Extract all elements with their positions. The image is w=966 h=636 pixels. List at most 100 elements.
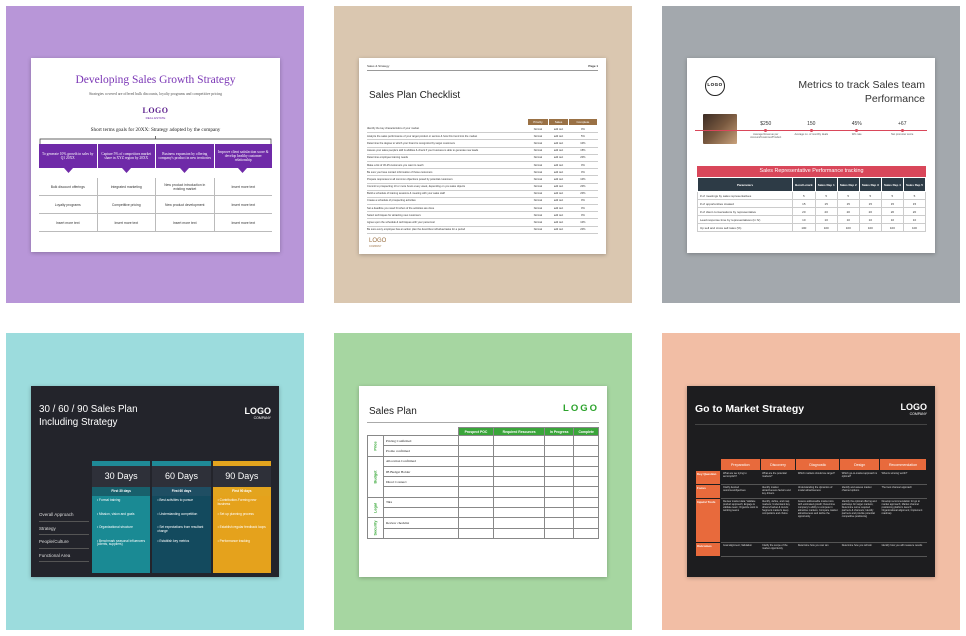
- template-tile-go-to-market[interactable]: Go to Market Strategy LOGO COMPANY Prepa…: [662, 333, 960, 630]
- row-label: Direct Connect: [382, 476, 459, 488]
- kpi-value: $250: [760, 121, 772, 127]
- table-row: [368, 527, 599, 539]
- checklist-item: Be sure every employee has an action pla…: [367, 226, 527, 234]
- checklist-cell: Normal: [527, 154, 549, 162]
- table-cell: Identify, define, and map markets; Under…: [760, 498, 796, 543]
- checklist-cell: add text: [548, 154, 569, 162]
- slide-title: Sales Plan: [369, 406, 417, 417]
- slide-title: Go to Market Strategy: [695, 403, 805, 415]
- title-rule: [695, 424, 927, 425]
- table-cell: [544, 434, 575, 447]
- table-cell: Clarify the scope of the market opportun…: [760, 542, 796, 557]
- slide-preview: Go to Market Strategy LOGO COMPANY Prepa…: [687, 386, 935, 577]
- table-cell: Review market data; Validate product app…: [720, 498, 761, 543]
- table-cell: 15: [836, 199, 860, 208]
- table-row: Agree upon the schedule & techniques wit…: [367, 218, 598, 227]
- table-cell: Identify and assess market channel optio…: [839, 484, 880, 499]
- table-row: Outcomes Goal alignment; Validation Clarif…: [695, 542, 927, 557]
- column-header: Sales Rep 4: [880, 177, 904, 192]
- table-cell: 5: [902, 191, 927, 200]
- checklist-cell: 15%: [568, 147, 598, 155]
- plan-item: • Understanding competition: [157, 511, 198, 516]
- table-cell: [493, 434, 546, 447]
- plan-column-title: 60 Days: [152, 466, 211, 487]
- slide-preview: Sales & Strategy Page 1 Sales Plan Check…: [359, 58, 606, 254]
- header-spacer: [696, 459, 721, 471]
- table-title: Sales Representative Performance trackin…: [759, 168, 864, 174]
- table-cell: Clarify desired outcomes/objectives: [720, 484, 761, 499]
- template-tile-sales-plan-checklist[interactable]: Sales & Strategy Page 1 Sales Plan Check…: [334, 6, 632, 303]
- column-header: Parameters: [697, 177, 793, 192]
- table-cell: Identify market attractiveness factors a…: [760, 484, 796, 499]
- row-label: Focus: [695, 484, 721, 499]
- table-cell: [573, 465, 599, 478]
- checklist-item: Agree upon the schedule & techniques wit…: [367, 218, 527, 227]
- table-cell: [573, 507, 599, 519]
- table-cell: [457, 476, 495, 488]
- table-row: Determine the degree to which your brand…: [367, 139, 598, 148]
- checklist-cell: 10%: [568, 139, 598, 148]
- table-cell: [573, 486, 599, 498]
- checklist-cell: 0%: [568, 197, 598, 206]
- table-cell: 20: [880, 207, 904, 216]
- plan-column: 60 Days First 60 days • Best activities to…: [152, 461, 211, 573]
- table-cell: [573, 476, 599, 488]
- row-label: [382, 486, 459, 498]
- table-cell: [457, 486, 495, 498]
- logo-subtitle: REAL ESTATE: [145, 116, 166, 120]
- checklist-cell: add text: [548, 168, 569, 177]
- table-cell: Assess addressable market size with esti…: [795, 498, 840, 543]
- table-cell: Insert more text: [213, 196, 273, 213]
- kpi-marker: [809, 128, 813, 132]
- table-row: Make a list of 30-25 customers you want …: [367, 161, 598, 170]
- kpi-marker: [764, 128, 768, 132]
- logo: LOGO: [244, 406, 272, 416]
- slide-subtitle: Strategies covered are offered bulk disc…: [88, 92, 223, 96]
- table-cell: [544, 445, 575, 457]
- checklist-cell: add text: [548, 139, 569, 148]
- table-cell: 15: [880, 199, 904, 208]
- table-row: Insert more text Insert more text Insert m…: [39, 214, 272, 232]
- row-label: Outcomes: [695, 542, 721, 557]
- plan-column-body: • Contribution-Forming new business • Set…: [212, 496, 271, 573]
- table-cell: 100: [858, 223, 882, 232]
- table-cell: 20: [792, 207, 816, 216]
- checklist-cell: 0%: [568, 204, 598, 213]
- column-header: Complete: [573, 427, 599, 436]
- checklist-cell: 10%: [568, 175, 598, 184]
- plan-item: • Mission, vision and goals: [97, 511, 135, 516]
- kpi-label: Average no. of monthly deals: [794, 133, 829, 136]
- table-cell: # of opportunities created: [697, 199, 793, 208]
- table-row: # of client conversations by representat…: [697, 207, 927, 216]
- table-cell: New product development: [155, 196, 214, 213]
- table-row: # of opportunities created 15 15 15 15 15 15: [697, 199, 927, 208]
- slide-preview: 30 / 60 / 90 Sales Plan Including Strate…: [31, 386, 279, 577]
- performance-table: Parameters Bench-mark Sales Rep 1 Sales Rep…: [697, 177, 927, 232]
- checklist-item: Select techniques for attracting new cus…: [367, 211, 527, 220]
- table-cell: [573, 445, 599, 457]
- table-row: [368, 486, 599, 498]
- table-cell: [544, 507, 575, 519]
- table-cell: The best channel approach: [879, 484, 927, 499]
- checklist-item: Set a deadline you need hit when of the …: [367, 204, 527, 213]
- checklist-cell: Normal: [527, 204, 549, 213]
- table-cell: 5: [792, 191, 816, 200]
- template-tile-sales-plan[interactable]: Sales Plan LOGO Prospect POC Required Res…: [334, 333, 632, 630]
- plan-column-body: • Formal training • Mission, vision and g…: [92, 496, 151, 573]
- checklist-item: Prepare responses to all common objectio…: [367, 175, 527, 184]
- template-tile-30-60-90-plan[interactable]: 30 / 60 / 90 Sales Plan Including Strate…: [6, 333, 304, 630]
- template-tile-sales-growth[interactable]: Developing Sales Growth Strategy Strateg…: [6, 6, 304, 303]
- column-header: Priority: [526, 118, 550, 126]
- kpi-value: +67: [898, 121, 907, 127]
- table-cell: [457, 445, 495, 457]
- checklist-table: Priority Sales Complete Identify the key ch…: [367, 118, 599, 234]
- checklist-item: Assess your sales people's skill & abili…: [367, 147, 527, 155]
- kpi-value: 45%: [851, 121, 862, 127]
- checklist-cell: Normal: [527, 197, 549, 206]
- kpi-marker: [900, 128, 904, 132]
- table-cell: 10: [792, 215, 816, 224]
- column-header: Prospect POC: [457, 427, 495, 436]
- template-tile-sales-metrics[interactable]: LOGO Metrics to track Sales team Perform…: [662, 6, 960, 303]
- header-rule: [367, 70, 598, 71]
- table-row: Bulk discount offerings Integrated market…: [39, 178, 272, 196]
